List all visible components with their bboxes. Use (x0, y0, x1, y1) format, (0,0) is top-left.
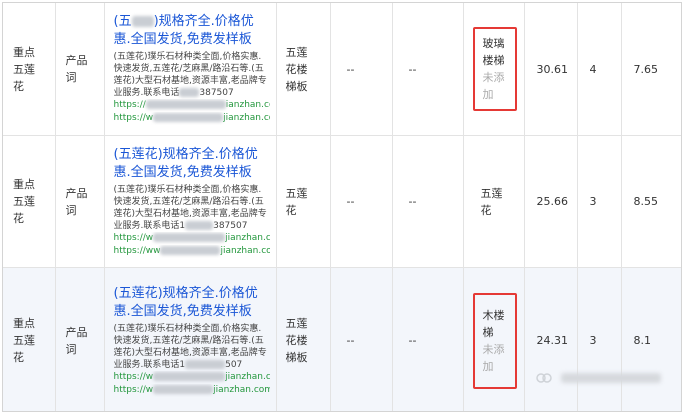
count-cell: 4 (577, 3, 622, 136)
ad-creative-cell: (五莲花)规格齐全.价格优惠.全国发货,免费发样板 (五莲花)璞乐石材种类全面,… (104, 135, 277, 268)
redacted-blur (153, 113, 224, 122)
watermark-logo-icon (536, 373, 552, 383)
redacted-blur (145, 100, 226, 109)
keyword-kind-cell: 产品词 (55, 135, 105, 268)
keyword-table: 重点五莲花 产品词 (五)规格齐全.价格优惠.全国发货,免费发样板 (五莲花)璞… (3, 3, 681, 411)
empty-metric-cell: -- (330, 267, 393, 411)
related-keyword: 玻璃楼梯 (482, 37, 505, 67)
empty-metric-cell: -- (330, 3, 393, 136)
watermark-text-blur (561, 373, 661, 383)
keyword-cell: 五莲花楼梯板 (276, 3, 331, 136)
keyword-table-frame: 重点五莲花 产品词 (五)规格齐全.价格优惠.全国发货,免费发样板 (五莲花)璞… (2, 2, 682, 412)
ad-description: (五莲花)璞乐石材种类全面,价格实惠.快速发货,五莲花/芝麻黑/路沿石等.(五莲… (113, 323, 267, 370)
highlight-box: 玻璃楼梯 未添加 (472, 27, 517, 111)
watermark (535, 371, 665, 385)
redacted-blur (185, 359, 226, 369)
empty-metric-cell: -- (392, 267, 464, 411)
related-keyword-cell: 木楼梯 未添加 (463, 267, 525, 411)
price-cell: 7.65 (621, 3, 681, 136)
ad-url[interactable]: https://wjianzhan.com/s (114, 384, 270, 397)
price-cell: 8.55 (621, 135, 681, 268)
ad-description: (五莲花)璞乐石材种类全面,价格实惠.快速发货,五莲花/芝麻黑/路沿石等.(五莲… (113, 184, 267, 231)
value-cell: 24.31 (524, 267, 578, 411)
related-keyword-cell: 五莲花 (463, 135, 525, 268)
ad-url[interactable]: https://wjianzhan.com/s (114, 371, 270, 384)
redacted-blur (153, 384, 214, 394)
plan-type-cell: 重点五莲花 (3, 3, 56, 136)
ad-title[interactable]: (五)规格齐全.价格优惠.全国发货,免费发样板 (114, 13, 270, 49)
redacted-blur (153, 232, 226, 242)
ad-url[interactable]: https://ianzhan.com/s (114, 99, 270, 112)
add-status[interactable]: 未添加 (483, 341, 507, 375)
redacted-blur (131, 16, 154, 27)
empty-metric-cell: -- (392, 135, 464, 268)
count-cell: 3 (577, 267, 622, 411)
ad-url[interactable]: https://wjianzhan.com/s (114, 112, 270, 125)
ad-title[interactable]: (五莲花)规格齐全.价格优惠.全国发货,免费发样板 (114, 146, 270, 182)
table-row[interactable]: 重点五莲花 产品词 (五莲花)规格齐全.价格优惠.全国发货,免费发样板 (五莲花… (3, 135, 681, 268)
ad-url[interactable]: https://wjianzhan.com/s (114, 232, 270, 245)
ad-title[interactable]: (五莲花)规格齐全.价格优惠.全国发货,免费发样板 (114, 285, 270, 321)
keyword-kind-cell: 产品词 (55, 3, 105, 136)
redacted-blur (160, 245, 221, 255)
value-cell: 30.61 (524, 3, 578, 136)
related-keyword: 木楼梯 (482, 308, 505, 339)
ad-description: (五莲花)璞乐石材种类全面,价格实惠.快速发货,五莲花/芝麻黑/路沿石等.(五莲… (113, 52, 267, 98)
redacted-blur (179, 88, 200, 97)
count-cell: 3 (577, 135, 622, 268)
add-status[interactable]: 未添加 (483, 69, 507, 103)
ad-creative-cell: (五)规格齐全.价格优惠.全国发货,免费发样板 (五莲花)璞乐石材种类全面,价格… (104, 3, 277, 136)
keyword-cell: 五莲花 (276, 135, 331, 268)
keyword-cell: 五莲花楼梯板 (276, 267, 331, 411)
redacted-blur (185, 220, 214, 230)
related-keyword-cell: 玻璃楼梯 未添加 (463, 3, 525, 136)
empty-metric-cell: -- (392, 3, 464, 136)
plan-type-cell: 重点五莲花 (3, 135, 56, 268)
related-keyword: 五莲花 (480, 186, 503, 217)
ad-creative-cell: (五莲花)规格齐全.价格优惠.全国发货,免费发样板 (五莲花)璞乐石材种类全面,… (104, 267, 277, 411)
value-cell: 25.66 (524, 135, 578, 268)
highlight-box: 木楼梯 未添加 (472, 292, 517, 389)
table-row[interactable]: 重点五莲花 产品词 (五莲花)规格齐全.价格优惠.全国发货,免费发样板 (五莲花… (3, 267, 681, 411)
empty-metric-cell: -- (330, 135, 393, 268)
ad-url[interactable]: https://wwjianzhan.com/s (114, 245, 270, 258)
price-cell: 8.1 (621, 267, 681, 411)
keyword-kind-cell: 产品词 (55, 267, 105, 411)
redacted-blur (153, 371, 226, 381)
table-row[interactable]: 重点五莲花 产品词 (五)规格齐全.价格优惠.全国发货,免费发样板 (五莲花)璞… (3, 3, 681, 136)
plan-type-cell: 重点五莲花 (3, 267, 56, 411)
